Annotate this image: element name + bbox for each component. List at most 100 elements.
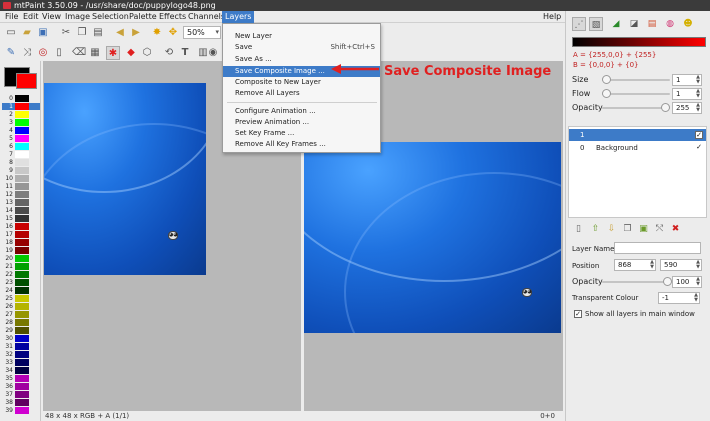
- palette-entry[interactable]: 9: [2, 167, 40, 174]
- color-picker-icon[interactable]: ◉: [206, 46, 220, 60]
- palette-color-swatch[interactable]: [15, 127, 29, 134]
- palette-entry[interactable]: 26: [2, 303, 40, 310]
- palette-entry[interactable]: 7: [2, 151, 40, 158]
- palette-entry[interactable]: 3: [2, 119, 40, 126]
- palette-entry[interactable]: 33: [2, 359, 40, 366]
- palette-entry[interactable]: 23: [2, 279, 40, 286]
- palette-entry[interactable]: 30: [2, 335, 40, 342]
- paste-icon[interactable]: ▤: [91, 26, 105, 40]
- palette-color-swatch[interactable]: [15, 311, 29, 318]
- mask-icon[interactable]: ◪: [627, 17, 641, 31]
- delete-layer-icon[interactable]: ✖: [669, 223, 682, 236]
- menu-item-new-layer[interactable]: New Layer: [223, 31, 380, 42]
- palette-entry[interactable]: 11: [2, 183, 40, 190]
- palette-color-swatch[interactable]: [15, 399, 29, 406]
- select-icon[interactable]: ✱: [106, 46, 120, 60]
- palette-color-swatch[interactable]: [15, 279, 29, 286]
- palette-color-swatch[interactable]: [15, 295, 29, 302]
- layers-icon[interactable]: ▤: [645, 17, 659, 31]
- opacity-slider[interactable]: [602, 103, 670, 112]
- palette-color-swatch[interactable]: [15, 231, 29, 238]
- position-y-spinbox[interactable]: 590 ▲ ▼: [660, 259, 702, 271]
- palette-entry[interactable]: 22: [2, 271, 40, 278]
- layer-opacity-spinbox[interactable]: 100 ▲ ▼: [672, 276, 702, 288]
- palette-color-swatch[interactable]: [15, 167, 29, 174]
- palette-entry[interactable]: 35: [2, 375, 40, 382]
- palette-color-swatch[interactable]: [15, 207, 29, 214]
- palette-entry[interactable]: 34: [2, 367, 40, 374]
- checkbox-box[interactable]: ✓: [574, 310, 582, 318]
- palette-entry[interactable]: 13: [2, 199, 40, 206]
- menu-file[interactable]: File: [2, 11, 21, 23]
- center-layer-icon[interactable]: ▣: [637, 223, 650, 236]
- palette-color-swatch[interactable]: [15, 375, 29, 382]
- cut-icon[interactable]: ✂: [59, 26, 73, 40]
- menu-item-preview-animation[interactable]: Preview Animation ...: [223, 117, 380, 128]
- menu-item-remove-all-layers[interactable]: Remove All Layers: [223, 88, 380, 99]
- flow-spinbox[interactable]: 1 ▲ ▼: [672, 88, 702, 100]
- line-icon[interactable]: ▯: [52, 46, 66, 60]
- palette-color-swatch[interactable]: [15, 151, 29, 158]
- layer-row[interactable]: 1 ✓: [569, 129, 706, 141]
- new-layer-icon[interactable]: ▯: [572, 223, 585, 236]
- palette-color-swatch[interactable]: [15, 239, 29, 246]
- palette-entry[interactable]: 10: [2, 175, 40, 182]
- undo-icon[interactable]: ◀: [113, 26, 127, 40]
- show-all-layers-checkbox[interactable]: ✓ Show all layers in main window: [574, 310, 695, 319]
- color-gradient-bar[interactable]: [572, 37, 706, 47]
- zoom-select[interactable]: 50% ▾: [183, 26, 221, 39]
- palette-entry[interactable]: 4: [2, 127, 40, 134]
- palette-color-swatch[interactable]: [15, 223, 29, 230]
- pan-icon[interactable]: ✸: [150, 26, 164, 40]
- flow-slider[interactable]: [602, 89, 670, 98]
- menu-item-save[interactable]: Save Shift+Ctrl+S: [223, 42, 380, 53]
- paint-brush-icon[interactable]: ✎: [4, 46, 18, 60]
- flood-fill-icon[interactable]: ◎: [36, 46, 50, 60]
- palette-color-swatch[interactable]: [15, 215, 29, 222]
- color-wheel-icon[interactable]: ◍: [663, 17, 677, 31]
- palette-entry[interactable]: 29: [2, 327, 40, 334]
- palette-color-swatch[interactable]: [15, 335, 29, 342]
- layers-list[interactable]: 1 ✓ 0 Background ✓: [568, 126, 707, 218]
- palette-entry[interactable]: 14: [2, 207, 40, 214]
- size-spinbox[interactable]: 1 ▲ ▼: [672, 74, 702, 86]
- palette-color-swatch[interactable]: [15, 287, 29, 294]
- palette-entry[interactable]: 19: [2, 247, 40, 254]
- palette-entry[interactable]: 15: [2, 215, 40, 222]
- palette-color-swatch[interactable]: [15, 103, 29, 110]
- lasso-icon[interactable]: ⟲: [162, 46, 176, 60]
- palette-entry[interactable]: 2: [2, 111, 40, 118]
- text-icon[interactable]: T: [178, 46, 192, 60]
- palette-color-swatch[interactable]: [15, 159, 29, 166]
- image-view-2[interactable]: ◕◕: [304, 142, 561, 333]
- layer-name-input[interactable]: [614, 242, 701, 254]
- slider-knob[interactable]: [602, 75, 611, 84]
- size-slider[interactable]: [602, 75, 670, 84]
- layer-opacity-slider[interactable]: [602, 277, 672, 286]
- palette-color-swatch[interactable]: [15, 327, 29, 334]
- image-view-1[interactable]: ◕◕: [44, 83, 206, 275]
- palette-entry[interactable]: 32: [2, 351, 40, 358]
- texture-icon[interactable]: ▧: [589, 17, 603, 31]
- open-file-icon[interactable]: ▰: [20, 26, 34, 40]
- layer-row[interactable]: 0 Background ✓: [569, 142, 706, 154]
- palette-color-swatch[interactable]: [15, 391, 29, 398]
- slider-knob[interactable]: [663, 277, 672, 286]
- palette-color-swatch[interactable]: [15, 303, 29, 310]
- palette-entry[interactable]: 24: [2, 287, 40, 294]
- brush-settings-icon[interactable]: ⋰: [572, 17, 586, 31]
- palette-entry[interactable]: 12: [2, 191, 40, 198]
- palette-color-swatch[interactable]: [15, 351, 29, 358]
- save-file-icon[interactable]: ▣: [36, 26, 50, 40]
- menu-layers[interactable]: Layers: [222, 11, 255, 23]
- move-icon[interactable]: ✥: [166, 26, 180, 40]
- palette-color-swatch[interactable]: [15, 111, 29, 118]
- palette-entry[interactable]: 31: [2, 343, 40, 350]
- palette-color-swatch[interactable]: [15, 247, 29, 254]
- layer-up-icon[interactable]: ⇧: [589, 223, 602, 236]
- gradient-settings-icon[interactable]: ◢: [609, 17, 623, 31]
- palette-color-swatch[interactable]: [15, 263, 29, 270]
- palette-entry[interactable]: 27: [2, 311, 40, 318]
- menu-help[interactable]: Help: [543, 11, 561, 23]
- menu-palette[interactable]: Palette: [126, 11, 160, 23]
